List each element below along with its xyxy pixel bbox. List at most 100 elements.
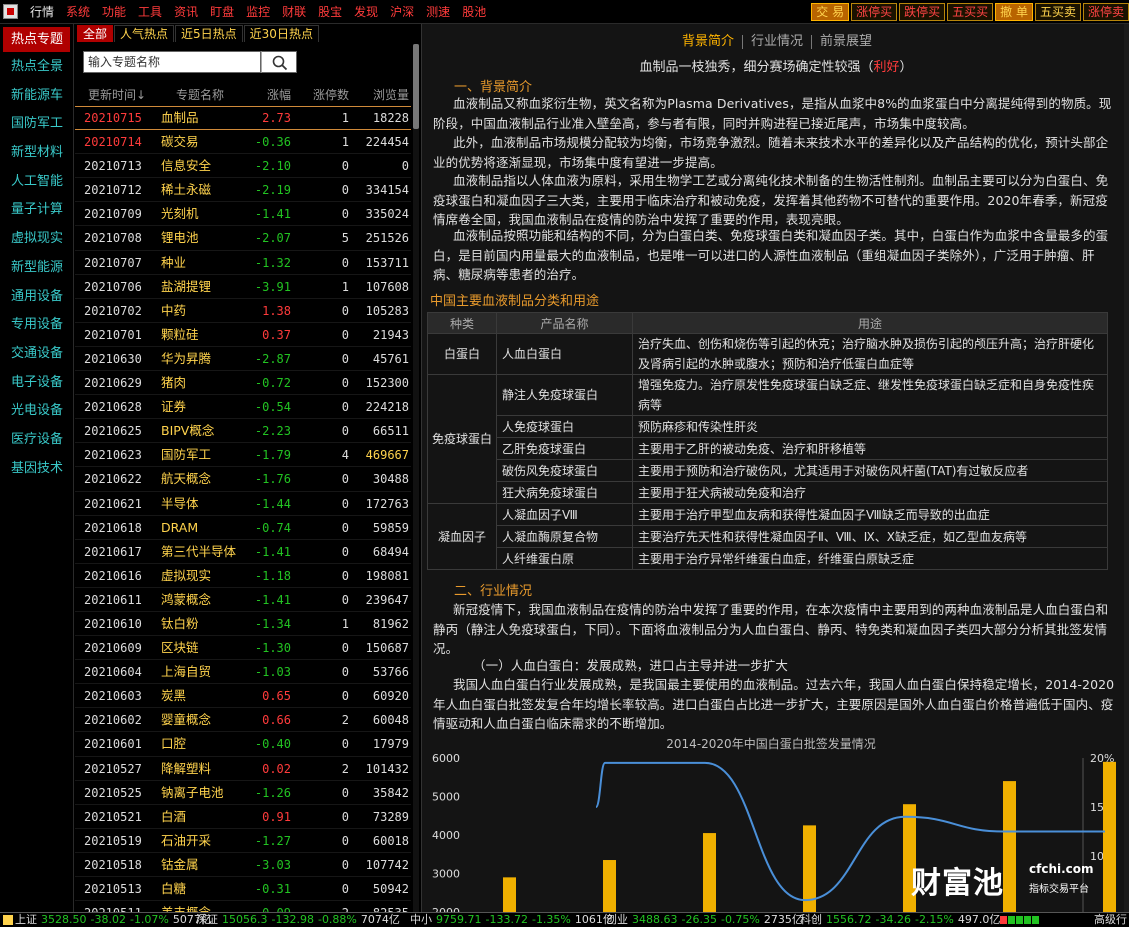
table-row[interactable]: 20210707 种业 -1.32 0 153711	[75, 251, 411, 275]
table-row[interactable]: 20210519 石油开采 -1.27 0 60018	[75, 829, 411, 853]
index-quote[interactable]: 中小 9759.71 -133.72 -1.35% 1061亿	[410, 913, 618, 927]
table-row[interactable]: 20210622 航天概念 -1.76 0 30488	[75, 467, 411, 492]
search-button[interactable]	[261, 51, 297, 73]
table-row[interactable]: 20210602 婴童概念 0.66 2 60048	[75, 708, 411, 733]
table-row[interactable]: 20210708 锂电池 -2.07 5 251526	[75, 226, 411, 251]
category-item[interactable]: 电子设备	[0, 369, 73, 398]
trade-button[interactable]: 五买买	[947, 3, 994, 21]
topic-tab[interactable]: 人气热点	[114, 25, 175, 42]
menu-item[interactable]: 沪深	[384, 0, 420, 24]
table-row[interactable]: 20210616 虚拟现实 -1.18 0 198081	[75, 564, 411, 588]
app-logo-icon[interactable]	[3, 4, 18, 19]
category-item[interactable]: 热点全景	[0, 53, 73, 82]
table-row[interactable]: 20210702 中药 1.38 0 105283	[75, 299, 411, 323]
header-name[interactable]: 专题名称	[159, 84, 241, 106]
table-row[interactable]: 20210527 降解塑料 0.02 2 101432	[75, 757, 411, 781]
table-row[interactable]: 20210518 钴金属 -3.03 0 107742	[75, 853, 411, 877]
category-item[interactable]: 新能源车	[0, 82, 73, 111]
header-date[interactable]: 更新时间↓	[75, 84, 159, 106]
table-row[interactable]: 20210625 BIPV概念 -2.23 0 66511	[75, 419, 411, 444]
topic-search-field[interactable]	[83, 51, 261, 73]
index-quote[interactable]: 深证 15056.3 -132.98 -0.88% 7074亿	[196, 913, 404, 927]
category-item[interactable]: 虚拟现实	[0, 225, 73, 254]
table-row[interactable]: 20210623 国防军工 -1.79 4 469667	[75, 443, 411, 468]
topic-search-input[interactable]	[84, 52, 260, 72]
table-row[interactable]: 20210715 血制品 2.73 1 18228	[75, 106, 411, 131]
menu-item[interactable]: 发现	[348, 0, 384, 24]
table-row[interactable]: 20210609 区块链 -1.30 0 150687	[75, 636, 411, 661]
topic-tab[interactable]: 近30日热点	[243, 25, 319, 42]
table-row[interactable]: 20210706 盐湖提锂 -3.91 1 107608	[75, 275, 411, 299]
table-row[interactable]: 20210525 钠离子电池 -1.26 0 35842	[75, 781, 411, 805]
header-views[interactable]: 浏览量	[351, 84, 411, 106]
category-item[interactable]: 新型能源	[0, 254, 73, 283]
menu-item[interactable]: 财联	[276, 0, 312, 24]
table-row[interactable]: 20210628 证券 -0.54 0 224218	[75, 395, 411, 420]
category-item[interactable]: 热点专题	[3, 27, 70, 52]
menu-item[interactable]: 测速	[420, 0, 456, 24]
row-limit-up-count: 0	[341, 327, 349, 342]
trade-button[interactable]: 五买卖	[1034, 3, 1081, 21]
index-quote[interactable]: 上证 3528.50 -38.02 -1.07% 5077亿	[15, 913, 216, 927]
table-row[interactable]: 20210610 钛白粉 -1.34 1 81962	[75, 612, 411, 637]
list-scrollbar[interactable]	[413, 44, 419, 912]
menu-item[interactable]: 系统	[60, 0, 96, 24]
table-row[interactable]: 20210601 口腔 -0.40 0 17979	[75, 732, 411, 757]
list-scrollbar-thumb[interactable]	[413, 44, 419, 129]
status-end-label[interactable]: 高级行	[1094, 913, 1127, 927]
menu-item[interactable]: 股池	[456, 0, 492, 24]
trade-button[interactable]: 涨停卖	[1082, 3, 1129, 21]
table-row[interactable]: 20210701 颗粒硅 0.37 0 21943	[75, 323, 411, 347]
category-item[interactable]: 人工智能	[0, 168, 73, 197]
index-change: -38.02	[90, 913, 126, 926]
table-row[interactable]: 20210604 上海自贸 -1.03 0 53766	[75, 660, 411, 685]
header-change[interactable]: 涨幅	[241, 84, 293, 106]
category-item[interactable]: 专用设备	[0, 311, 73, 340]
header-limit-up[interactable]: 涨停数	[293, 84, 351, 106]
trade-button[interactable]: 涨停买	[851, 3, 898, 21]
row-limit-up-count: 5	[341, 231, 349, 246]
table-row[interactable]: 20210714 碳交易 -0.36 1 224454	[75, 130, 411, 155]
table-row[interactable]: 20210521 白酒 0.91 0 73289	[75, 805, 411, 829]
row-limit-up-count: 0	[341, 785, 349, 800]
menu-item[interactable]: 功能	[96, 0, 132, 24]
trade-button[interactable]: 交 易	[811, 3, 850, 21]
table-row[interactable]: 20210617 第三代半导体 -1.41 0 68494	[75, 540, 411, 564]
tab-background[interactable]: 背景简介	[674, 33, 742, 51]
menu-item[interactable]: 资讯	[168, 0, 204, 24]
trade-button[interactable]: 撤 单	[995, 3, 1033, 21]
menu-item[interactable]: 股宝	[312, 0, 348, 24]
table-row[interactable]: 20210618 DRAM -0.74 0 59859	[75, 516, 411, 540]
table-row[interactable]: 20210712 稀土永磁 -2.19 0 334154	[75, 178, 411, 203]
tab-industry[interactable]: 行业情况	[743, 33, 811, 51]
table-row[interactable]: 20210630 华为昇腾 -2.87 0 45761	[75, 347, 411, 372]
table-row[interactable]: 20210629 猪肉 -0.72 0 152300	[75, 371, 411, 396]
menu-item[interactable]: 行情	[24, 0, 60, 24]
category-item[interactable]: 医疗设备	[0, 426, 73, 455]
category-item[interactable]: 国防军工	[0, 110, 73, 139]
category-item[interactable]: 交通设备	[0, 340, 73, 369]
table-row[interactable]: 20210621 半导体 -1.44 0 172763	[75, 492, 411, 516]
category-item[interactable]: 通用设备	[0, 283, 73, 312]
table-row[interactable]: 20210603 炭黑 0.65 0 60920	[75, 684, 411, 709]
table-row[interactable]: 20210709 光刻机 -1.41 0 335024	[75, 202, 411, 227]
table-row[interactable]: 20210513 白糖 -0.31 0 50942	[75, 877, 411, 902]
category-item[interactable]: 光电设备	[0, 397, 73, 426]
trade-button[interactable]: 跌停买	[899, 3, 946, 21]
table-row[interactable]: 20210611 鸿蒙概念 -1.41 0 239647	[75, 588, 411, 612]
article-scrollbar[interactable]	[1124, 24, 1129, 912]
category-item[interactable]: 基因技术	[0, 455, 73, 484]
category-item[interactable]: 量子计算	[0, 196, 73, 225]
topic-tab[interactable]: 近5日热点	[175, 25, 243, 42]
table-row[interactable]: 20210511美丰概念-0.09282535	[75, 901, 411, 912]
category-item[interactable]: 新型材料	[0, 139, 73, 168]
menu-item[interactable]: 监控	[240, 0, 276, 24]
tab-outlook[interactable]: 前景展望	[812, 33, 880, 51]
index-quote[interactable]: 科创 1556.72 -34.26 -2.15% 497.0亿	[800, 913, 1004, 927]
index-quote[interactable]: 创业 3488.63 -26.35 -0.75% 2735亿	[606, 913, 807, 927]
menu-item[interactable]: 工具	[132, 0, 168, 24]
row-limit-up-count: 0	[341, 496, 349, 511]
topic-tab[interactable]: 全部	[77, 25, 114, 42]
menu-item[interactable]: 盯盘	[204, 0, 240, 24]
table-row[interactable]: 20210713 信息安全 -2.10 0 0	[75, 154, 411, 179]
